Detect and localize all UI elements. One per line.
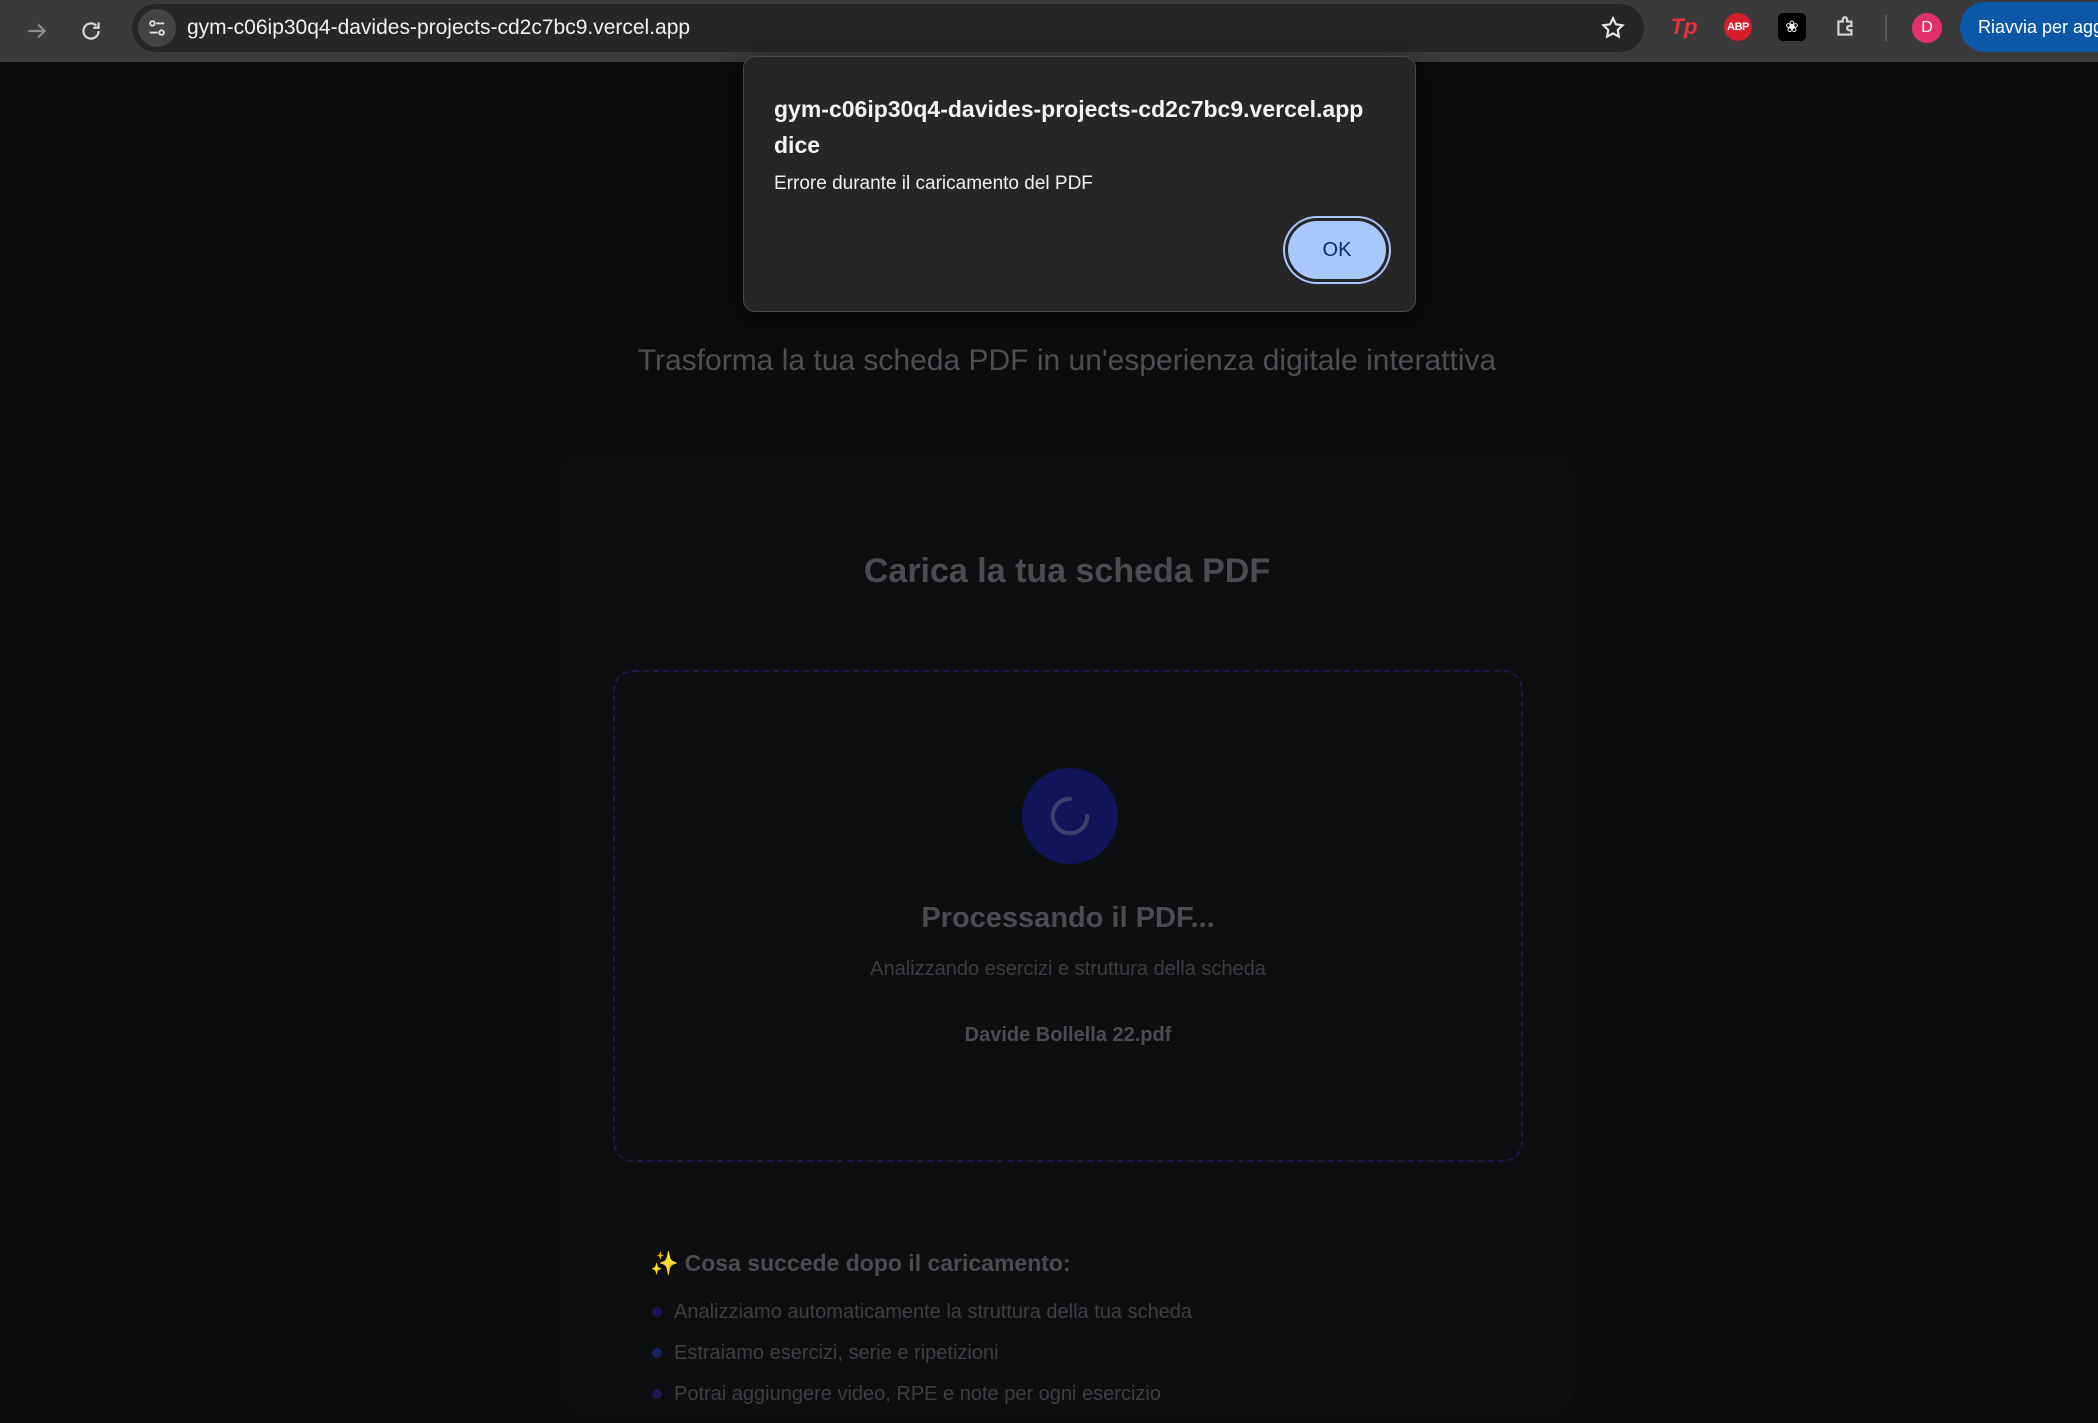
url-text[interactable]: gym-c06ip30q4-davides-projects-cd2c7bc9.… bbox=[187, 16, 690, 40]
sparkles-icon: ✨ bbox=[650, 1250, 679, 1276]
spinner bbox=[1022, 768, 1118, 864]
profile-avatar[interactable]: D bbox=[1912, 13, 1942, 43]
address-bar[interactable]: gym-c06ip30q4-davides-projects-cd2c7bc9.… bbox=[132, 4, 1644, 52]
reload-icon bbox=[82, 22, 100, 40]
browser-toolbar: gym-c06ip30q4-davides-projects-cd2c7bc9.… bbox=[0, 0, 2098, 62]
ok-button[interactable]: OK bbox=[1288, 221, 1386, 279]
info-heading-text: Cosa succede dopo il caricamento: bbox=[684, 1250, 1071, 1276]
arrow-right-icon bbox=[28, 23, 47, 39]
list-item: Analizziamo automaticamente la struttura… bbox=[652, 1300, 1192, 1341]
toolbar-separator bbox=[1885, 15, 1887, 41]
list-item: Estraiamo esercizi, serie e ripetizioni bbox=[652, 1341, 1192, 1382]
dialog-title: gym-c06ip30q4-davides-projects-cd2c7bc9.… bbox=[774, 96, 1364, 158]
file-name: Davide Bollella 22.pdf bbox=[964, 1024, 1172, 1046]
reload-button[interactable] bbox=[70, 10, 112, 52]
tp-extension-icon[interactable]: Tp bbox=[1670, 13, 1698, 41]
restart-to-update-button[interactable]: Riavvia per agg bbox=[1960, 2, 2098, 52]
upload-card: Carica la tua scheda PDF Processando il … bbox=[560, 454, 1574, 1414]
bullet-dot-icon bbox=[652, 1348, 662, 1358]
info-list: Analizziamo automaticamente la struttura… bbox=[652, 1300, 1192, 1423]
bullet-dot-icon bbox=[652, 1307, 662, 1317]
dialog-message: Errore durante il caricamento del PDF bbox=[774, 173, 1093, 194]
page-subtitle: Trasforma la tua scheda PDF in un'esperi… bbox=[637, 344, 1497, 377]
tune-icon bbox=[149, 20, 165, 36]
processing-title: Processando il PDF... bbox=[921, 902, 1215, 934]
card-title: Carica la tua scheda PDF bbox=[863, 552, 1271, 590]
extensions-puzzle-icon[interactable] bbox=[1832, 13, 1860, 41]
pdf-dropzone[interactable]: Processando il PDF... Analizzando eserci… bbox=[613, 670, 1523, 1162]
bookmark-star-icon[interactable] bbox=[1600, 15, 1626, 41]
list-item-text: Estraiamo esercizi, serie e ripetizioni bbox=[674, 1342, 999, 1364]
info-heading: ✨ Cosa succede dopo il caricamento: bbox=[650, 1250, 1071, 1277]
alert-dialog: gym-c06ip30q4-davides-projects-cd2c7bc9.… bbox=[743, 56, 1416, 312]
adblock-plus-icon[interactable]: ABP bbox=[1724, 13, 1752, 41]
list-item-text: Potrai aggiungere video, RPE e note per … bbox=[674, 1383, 1161, 1405]
bullet-dot-icon bbox=[652, 1389, 662, 1399]
site-info-button[interactable] bbox=[138, 9, 176, 47]
list-item: Potrai aggiungere video, RPE e note per … bbox=[652, 1382, 1192, 1423]
loading-spinner-icon bbox=[1050, 796, 1090, 836]
list-item-text: Analizziamo automaticamente la struttura… bbox=[674, 1301, 1193, 1323]
chatgpt-extension-icon[interactable]: ❀ bbox=[1778, 13, 1806, 41]
forward-button[interactable] bbox=[16, 10, 58, 52]
processing-subtitle: Analizzando esercizi e struttura della s… bbox=[870, 958, 1266, 980]
